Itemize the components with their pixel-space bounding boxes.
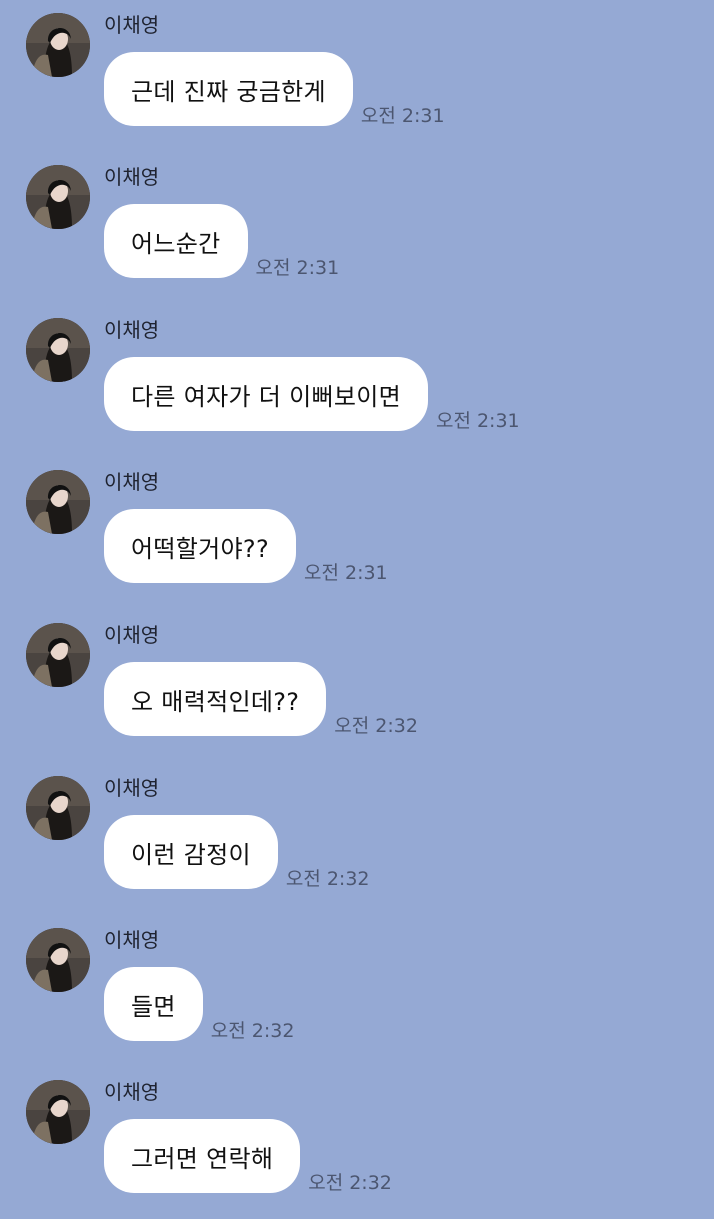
message-group: 이채영 오 매력적인데?? 오전 2:32	[0, 610, 714, 762]
message-row: 들면 오전 2:32	[104, 967, 295, 1042]
sender-name: 이채영	[104, 165, 160, 189]
message-bubble[interactable]: 그러면 연락해	[104, 1119, 301, 1193]
message-bubble[interactable]: 어느순간	[104, 204, 248, 278]
message-row: 오 매력적인데?? 오전 2:32	[104, 662, 418, 737]
message-bubble[interactable]: 들면	[104, 967, 203, 1041]
sender-name: 이채영	[104, 928, 160, 952]
sender-name: 이채영	[104, 776, 160, 800]
message-bubble[interactable]: 이런 감정이	[104, 815, 278, 889]
profile-photo-icon[interactable]	[26, 318, 90, 382]
message-time: 오전 2:32	[285, 868, 370, 890]
message-row: 근데 진짜 궁금한게 오전 2:31	[104, 52, 445, 127]
message-group: 이채영 이런 감정이 오전 2:32	[0, 763, 714, 915]
profile-photo-icon[interactable]	[26, 1080, 90, 1144]
message-group: 이채영 그러면 연락해 오전 2:32	[0, 1067, 714, 1219]
message-group: 이채영 어느순간 오전 2:31	[0, 152, 714, 304]
profile-photo-icon[interactable]	[26, 928, 90, 992]
sender-name: 이채영	[104, 318, 160, 342]
message-time: 오전 2:31	[360, 105, 445, 127]
message-bubble[interactable]: 어떡할거야??	[104, 509, 296, 583]
message-group: 이채영 어떡할거야?? 오전 2:31	[0, 457, 714, 609]
profile-photo-icon[interactable]	[26, 470, 90, 534]
sender-name: 이채영	[104, 623, 160, 647]
message-time: 오전 2:31	[435, 410, 520, 432]
message-row: 어느순간 오전 2:31	[104, 204, 340, 279]
sender-name: 이채영	[104, 13, 160, 37]
profile-photo-icon[interactable]	[26, 623, 90, 687]
message-row: 어떡할거야?? 오전 2:31	[104, 509, 388, 584]
message-time: 오전 2:31	[255, 257, 340, 279]
sender-name: 이채영	[104, 470, 160, 494]
message-row: 그러면 연락해 오전 2:32	[104, 1119, 392, 1194]
profile-photo-icon[interactable]	[26, 165, 90, 229]
message-group: 이채영 들면 오전 2:32	[0, 915, 714, 1067]
sender-name: 이채영	[104, 1080, 160, 1104]
message-group: 이채영 근데 진짜 궁금한게 오전 2:31	[0, 0, 714, 152]
message-row: 다른 여자가 더 이뻐보이면 오전 2:31	[104, 357, 520, 432]
message-row: 이런 감정이 오전 2:32	[104, 815, 370, 890]
message-bubble[interactable]: 다른 여자가 더 이뻐보이면	[104, 357, 428, 431]
chat-view: 이채영 근데 진짜 궁금한게 오전 2:31 이채영 어느순간 오전 2:31	[0, 0, 714, 1200]
message-time: 오전 2:32	[308, 1172, 392, 1194]
message-bubble[interactable]: 근데 진짜 궁금한게	[104, 52, 353, 126]
message-time: 오전 2:32	[210, 1020, 295, 1042]
profile-photo-icon[interactable]	[26, 13, 90, 77]
profile-photo-icon[interactable]	[26, 776, 90, 840]
message-group: 이채영 다른 여자가 더 이뻐보이면 오전 2:31	[0, 305, 714, 457]
message-bubble[interactable]: 오 매력적인데??	[104, 662, 327, 736]
message-time: 오전 2:31	[303, 562, 388, 584]
message-time: 오전 2:32	[334, 715, 418, 737]
